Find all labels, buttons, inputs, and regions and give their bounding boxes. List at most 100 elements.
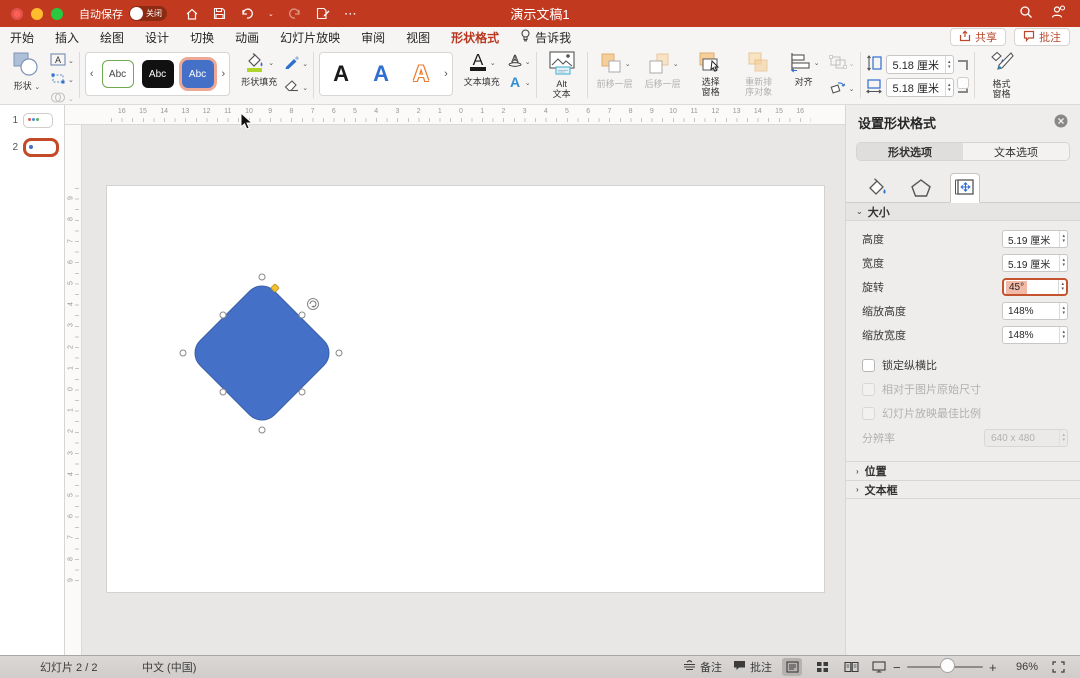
text-outline-button[interactable]: A ⌄: [507, 53, 531, 70]
menu-tab[interactable]: 幻灯片放映: [280, 29, 340, 46]
reading-view-button[interactable]: [841, 658, 861, 676]
search-icon[interactable]: [1019, 5, 1033, 22]
account-icon[interactable]: [1051, 5, 1066, 22]
status-comments-button[interactable]: 批注: [733, 656, 772, 678]
shape-style-swatch[interactable]: Abc: [142, 60, 174, 88]
tell-me-button[interactable]: 告诉我: [520, 29, 571, 46]
size-properties-tab[interactable]: [950, 173, 980, 203]
shape-outline-button[interactable]: ⌄: [284, 55, 308, 72]
stepper-icon[interactable]: ▴▾: [1059, 231, 1067, 247]
minimize-window-button[interactable]: [31, 8, 43, 20]
save-as-icon[interactable]: [316, 7, 330, 20]
resize-handle-bottom[interactable]: [259, 427, 266, 434]
language-indicator[interactable]: 中文 (中国): [142, 656, 196, 678]
wordart-swatch[interactable]: A: [324, 61, 358, 87]
menu-tab[interactable]: 绘图: [100, 29, 124, 46]
size-section-header[interactable]: ⌄ 大小: [846, 203, 1080, 221]
zoom-slider-knob[interactable]: [940, 658, 955, 673]
notes-button[interactable]: 备注: [683, 656, 722, 678]
selection-pane-button[interactable]: 选择窗格: [689, 51, 733, 97]
resize-handle-corner[interactable]: [220, 312, 227, 319]
stepper-icon[interactable]: ▴▾: [1058, 280, 1066, 294]
menu-tab[interactable]: 视图: [406, 29, 430, 46]
stepper-icon[interactable]: ▴▾: [1059, 303, 1067, 319]
lock-aspect-ratio-checkbox[interactable]: [862, 359, 875, 372]
fill-line-tab[interactable]: [862, 176, 892, 202]
close-window-button[interactable]: [11, 8, 23, 20]
autosave-toggle[interactable]: 关闭: [129, 6, 167, 21]
comments-button[interactable]: 批注: [1014, 28, 1070, 46]
textbox-section-header[interactable]: › 文本框: [846, 480, 1080, 499]
slide-thumbnail[interactable]: [23, 113, 53, 128]
tab-text-options[interactable]: 文本选项: [963, 143, 1069, 160]
menu-tab[interactable]: 形状格式: [451, 29, 499, 46]
align-button[interactable]: ⌄ 对齐: [785, 51, 823, 88]
shape-fill-button[interactable]: ⌄ 形状填充: [236, 51, 282, 87]
normal-view-button[interactable]: [782, 658, 802, 676]
text-box-button[interactable]: A ⌄: [50, 53, 74, 69]
undo-dropdown-icon[interactable]: ⌄: [268, 10, 274, 18]
resize-handle-left[interactable]: [180, 350, 187, 357]
shape-height-field[interactable]: 5.18 厘米 ▴▾: [886, 55, 954, 74]
wordart-swatch[interactable]: A: [404, 61, 438, 87]
menu-tab[interactable]: 切换: [190, 29, 214, 46]
menu-tab[interactable]: 动画: [235, 29, 259, 46]
share-button[interactable]: 共享: [950, 28, 1006, 46]
slide-thumbnail-item[interactable]: 2: [10, 138, 64, 157]
tab-shape-options[interactable]: 形状选项: [857, 143, 963, 160]
width-field[interactable]: 5.19 厘米▴▾: [1002, 254, 1068, 272]
text-fill-button[interactable]: A ⌄ 文本填充: [459, 51, 505, 87]
scale-height-field[interactable]: 148%▴▾: [1002, 302, 1068, 320]
autosave-control[interactable]: 自动保存 关闭: [79, 6, 167, 22]
shape-style-swatch-selected[interactable]: Abc: [182, 60, 214, 88]
slide-surface[interactable]: [107, 186, 824, 592]
rotation-field[interactable]: 45°▴▾: [1002, 278, 1068, 296]
fit-slide-button[interactable]: [1052, 656, 1065, 678]
shape-effects-button[interactable]: ⌄: [284, 80, 308, 95]
save-icon[interactable]: [213, 7, 226, 20]
scale-width-field[interactable]: 148%▴▾: [1002, 326, 1068, 344]
slide-sorter-view-button[interactable]: [812, 658, 832, 676]
slide-thumbnail-item[interactable]: 1: [10, 113, 64, 128]
edit-shape-button[interactable]: ⌄: [50, 72, 74, 88]
resize-handle-corner[interactable]: [220, 389, 227, 396]
shape-width-field[interactable]: 5.18 厘米 ▴▾: [886, 78, 954, 97]
undo-icon[interactable]: [240, 7, 254, 20]
slideshow-view-button[interactable]: [869, 658, 889, 676]
insert-shapes-button[interactable]: 形状 ⌄: [6, 51, 48, 93]
zoom-window-button[interactable]: [51, 8, 63, 20]
stepper-icon[interactable]: ▴▾: [945, 79, 953, 96]
slide-thumbnail-selected[interactable]: [23, 138, 59, 157]
gallery-next-icon[interactable]: ›: [444, 68, 448, 80]
menu-tab[interactable]: 设计: [145, 29, 169, 46]
height-field[interactable]: 5.19 厘米▴▾: [1002, 230, 1068, 248]
close-panel-icon[interactable]: [1054, 114, 1068, 131]
zoom-out-button[interactable]: −: [893, 656, 901, 678]
wordart-swatch[interactable]: A: [364, 61, 398, 87]
rotate-button[interactable]: ⌄: [829, 80, 855, 97]
zoom-in-button[interactable]: +: [989, 656, 997, 678]
editing-canvas[interactable]: [82, 125, 845, 655]
text-effects-button[interactable]: A ⌄: [507, 74, 531, 92]
zoom-slider[interactable]: [907, 656, 985, 678]
gallery-prev-icon[interactable]: ‹: [90, 68, 94, 80]
home-icon[interactable]: [185, 7, 199, 21]
zoom-percentage[interactable]: 96%: [1016, 656, 1038, 678]
lock-aspect-checkbox[interactable]: [957, 77, 969, 89]
resize-handle-corner[interactable]: [299, 312, 306, 319]
effects-tab[interactable]: [906, 176, 936, 202]
format-pane-button[interactable]: 格式窗格: [980, 51, 1024, 99]
shape-style-swatch[interactable]: Abc: [102, 60, 134, 88]
resize-handle-right[interactable]: [336, 350, 343, 357]
stepper-icon[interactable]: ▴▾: [1059, 255, 1067, 271]
more-icon[interactable]: ⋯: [344, 6, 358, 22]
position-section-header[interactable]: › 位置: [846, 461, 1080, 480]
rotate-handle[interactable]: [307, 298, 319, 310]
menu-tab[interactable]: 插入: [55, 29, 79, 46]
stepper-icon[interactable]: ▴▾: [1059, 327, 1067, 343]
gallery-next-icon[interactable]: ›: [222, 68, 226, 80]
menu-tab[interactable]: 开始: [10, 29, 34, 46]
menu-tab[interactable]: 审阅: [361, 29, 385, 46]
stepper-icon[interactable]: ▴▾: [945, 56, 953, 73]
alt-text-button[interactable]: Alt文本: [542, 51, 582, 99]
